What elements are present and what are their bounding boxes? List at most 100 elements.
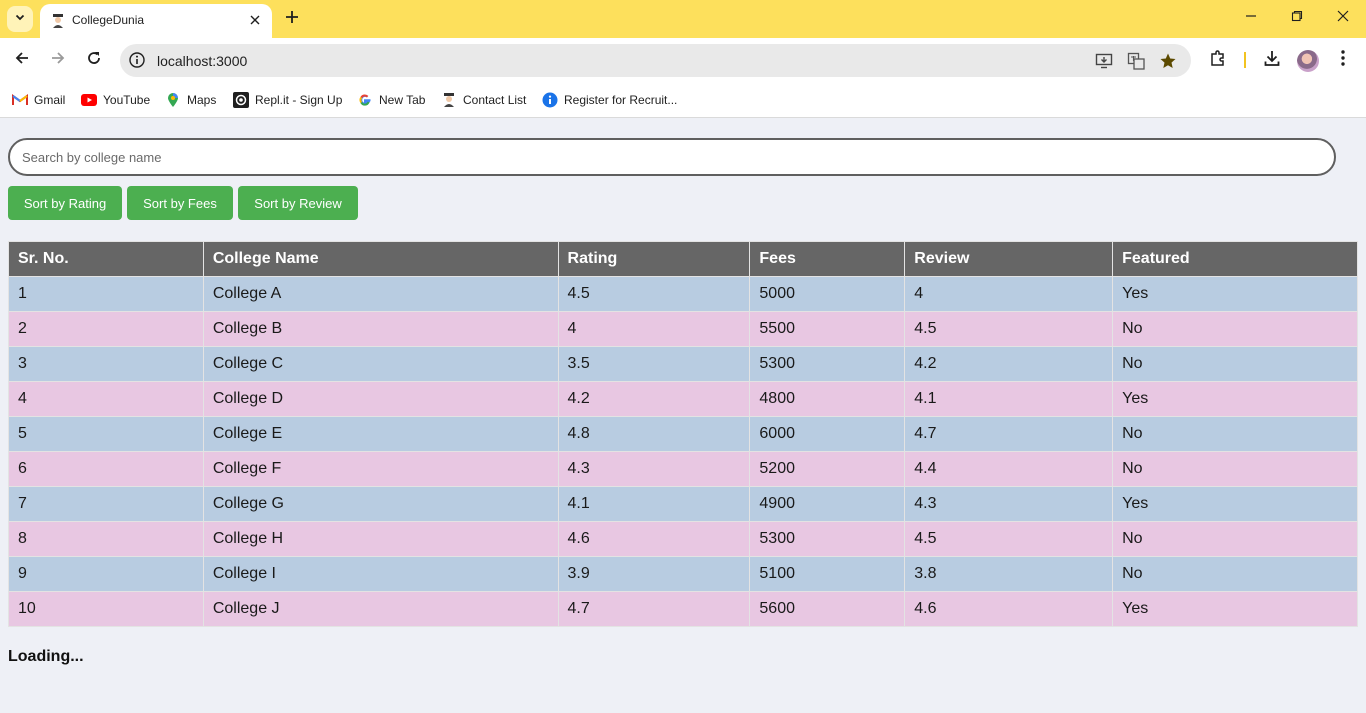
- header-featured: Featured: [1112, 241, 1358, 277]
- cell-sr-no: 4: [8, 381, 204, 417]
- cell-fees: 6000: [749, 416, 906, 452]
- table-row: 2 College B 4 5500 4.5 No: [8, 311, 1358, 347]
- cell-featured: No: [1112, 451, 1358, 487]
- table-row: 3 College C 3.5 5300 4.2 No: [8, 346, 1358, 382]
- cell-fees: 5500: [749, 311, 906, 347]
- table-row: 8 College H 4.6 5300 4.5 No: [8, 521, 1358, 557]
- bookmark-label: Repl.it - Sign Up: [255, 93, 343, 107]
- plus-icon: [285, 10, 299, 29]
- google-icon: [357, 92, 373, 108]
- cell-fees: 4900: [749, 486, 906, 522]
- loading-status: Loading...: [8, 648, 84, 665]
- cell-college-name: College G: [202, 486, 559, 522]
- replit-icon: [233, 92, 249, 108]
- downloads-button[interactable]: [1261, 49, 1283, 71]
- cell-fees: 5300: [749, 346, 906, 382]
- cell-sr-no: 2: [8, 311, 204, 347]
- sort-by-fees-button[interactable]: Sort by Fees: [127, 186, 233, 220]
- cell-college-name: College A: [202, 276, 559, 312]
- cell-sr-no: 9: [8, 556, 204, 592]
- bookmark-contact-list[interactable]: Contact List: [441, 91, 526, 109]
- new-tab-button[interactable]: [280, 7, 304, 31]
- cell-sr-no: 6: [8, 451, 204, 487]
- header-review: Review: [904, 241, 1114, 277]
- bookmark-new-tab[interactable]: New Tab: [357, 91, 425, 109]
- cell-featured: No: [1112, 346, 1358, 382]
- back-button[interactable]: [10, 48, 34, 72]
- cell-fees: 5600: [749, 591, 906, 627]
- bookmark-register-recruit[interactable]: Register for Recruit...: [542, 91, 677, 109]
- toolbar-divider: [1244, 52, 1246, 68]
- bookmarks-bar: Gmail YouTube Maps Repl.it - Sign Up New…: [0, 82, 1366, 118]
- cell-rating: 3.9: [557, 556, 751, 592]
- cell-rating: 4.5: [557, 276, 751, 312]
- cell-rating: 4.2: [557, 381, 751, 417]
- cell-review: 4.3: [904, 486, 1114, 522]
- minimize-button[interactable]: [1228, 0, 1274, 36]
- reload-icon: [86, 50, 102, 71]
- cell-featured: Yes: [1112, 591, 1358, 627]
- cell-sr-no: 10: [8, 591, 204, 627]
- cell-rating: 4.1: [557, 486, 751, 522]
- bookmark-label: New Tab: [379, 93, 426, 107]
- maps-icon: [165, 92, 181, 108]
- cell-college-name: College F: [202, 451, 559, 487]
- translate-icon[interactable]: [1126, 51, 1146, 71]
- bookmark-label: Contact List: [463, 93, 527, 107]
- browser-menu-button[interactable]: [1332, 49, 1354, 71]
- site-info-icon[interactable]: [128, 51, 146, 69]
- bookmark-youtube[interactable]: YouTube: [81, 91, 150, 109]
- cell-college-name: College D: [202, 381, 559, 417]
- cell-fees: 4800: [749, 381, 906, 417]
- header-fees: Fees: [749, 241, 906, 277]
- forward-button[interactable]: [46, 48, 70, 72]
- browser-tab-active[interactable]: CollegeDunia: [40, 4, 272, 38]
- window-close-button[interactable]: [1320, 0, 1366, 36]
- cell-review: 4.7: [904, 416, 1114, 452]
- graduate-favicon-icon: [50, 13, 66, 29]
- close-icon[interactable]: [246, 11, 264, 29]
- table-row: 6 College F 4.3 5200 4.4 No: [8, 451, 1358, 487]
- cell-review: 4.6: [904, 591, 1114, 627]
- cell-review: 4.4: [904, 451, 1114, 487]
- info-icon: [542, 92, 558, 108]
- arrow-right-icon: [50, 50, 66, 71]
- download-icon: [1263, 49, 1281, 72]
- cell-college-name: College C: [202, 346, 559, 382]
- extensions-button[interactable]: [1207, 49, 1229, 71]
- bookmark-label: Maps: [187, 93, 217, 107]
- sort-by-rating-button[interactable]: Sort by Rating: [8, 186, 122, 220]
- bookmark-star-icon[interactable]: [1158, 51, 1178, 71]
- table-header-row: Sr. No. College Name Rating Fees Review …: [8, 241, 1358, 277]
- reload-button[interactable]: [82, 48, 106, 72]
- table-row: 5 College E 4.8 6000 4.7 No: [8, 416, 1358, 452]
- cell-review: 4: [904, 276, 1114, 312]
- youtube-icon: [81, 92, 97, 108]
- tab-title: CollegeDunia: [72, 13, 145, 27]
- cell-college-name: College J: [202, 591, 559, 627]
- cell-review: 4.5: [904, 311, 1114, 347]
- profile-avatar[interactable]: [1297, 50, 1319, 72]
- cell-fees: 5000: [749, 276, 906, 312]
- cell-college-name: College H: [202, 521, 559, 557]
- install-app-icon[interactable]: [1094, 51, 1114, 71]
- bookmark-label: Gmail: [34, 93, 66, 107]
- cell-rating: 4.6: [557, 521, 751, 557]
- restore-button[interactable]: [1274, 0, 1320, 36]
- header-sr-no: Sr. No.: [8, 241, 204, 277]
- browser-tab-bar: CollegeDunia: [0, 0, 1366, 38]
- tab-search-button[interactable]: [7, 6, 33, 32]
- cell-featured: Yes: [1112, 486, 1358, 522]
- address-bar[interactable]: localhost:3000: [120, 44, 1191, 77]
- bookmark-maps[interactable]: Maps: [165, 91, 216, 109]
- address-url: localhost:3000: [157, 53, 248, 69]
- close-icon: [1337, 9, 1349, 27]
- cell-college-name: College I: [202, 556, 559, 592]
- bookmark-replit[interactable]: Repl.it - Sign Up: [233, 91, 342, 109]
- browser-toolbar: localhost:3000: [0, 38, 1366, 82]
- minimize-icon: [1245, 9, 1257, 27]
- search-input[interactable]: [8, 138, 1336, 176]
- bookmark-gmail[interactable]: Gmail: [12, 91, 65, 109]
- sort-by-review-button[interactable]: Sort by Review: [238, 186, 358, 220]
- cell-review: 4.2: [904, 346, 1114, 382]
